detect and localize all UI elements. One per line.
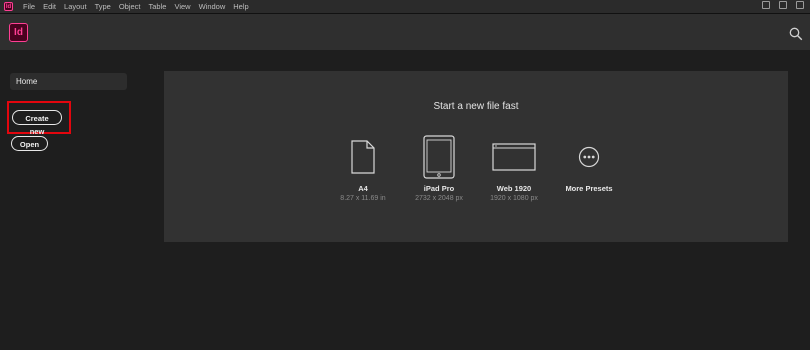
menu-type[interactable]: Type	[91, 0, 115, 13]
menu-bar: Id File Edit Layout Type Object Table Vi…	[0, 0, 810, 14]
open-button[interactable]: Open	[11, 136, 48, 151]
app-header: Id	[0, 14, 810, 50]
menu-object[interactable]: Object	[115, 0, 145, 13]
preset-name: More Presets	[565, 184, 613, 193]
create-new-button[interactable]: Create new	[12, 110, 62, 136]
more-icon	[578, 146, 600, 167]
cloud-icon[interactable]	[762, 1, 770, 9]
indesign-logo: Id	[9, 23, 28, 42]
app-icon: Id	[4, 2, 13, 11]
window-controls	[762, 1, 804, 9]
nav-home[interactable]: Home	[10, 73, 127, 90]
panel-icon[interactable]	[796, 1, 804, 9]
menu-view[interactable]: View	[170, 0, 194, 13]
preset-dimensions: 1920 x 1080 px	[490, 195, 538, 202]
panel-title: Start a new file fast	[433, 101, 519, 112]
menu-layout[interactable]: Layout	[60, 0, 91, 13]
browser-window-icon	[492, 142, 536, 171]
menu-window[interactable]: Window	[195, 0, 230, 13]
menu-file[interactable]: File	[19, 0, 39, 13]
document-icon	[351, 139, 375, 174]
menu-help[interactable]: Help	[229, 0, 252, 13]
preset-more[interactable]: More Presets	[544, 134, 634, 195]
search-icon[interactable]	[789, 27, 803, 41]
share-icon[interactable]	[779, 1, 787, 9]
menu-table[interactable]: Table	[145, 0, 171, 13]
quick-start-panel: Start a new file fast A4 8.27 x 11.69 in…	[164, 71, 788, 242]
menu-edit[interactable]: Edit	[39, 0, 60, 13]
tablet-icon	[423, 134, 455, 179]
